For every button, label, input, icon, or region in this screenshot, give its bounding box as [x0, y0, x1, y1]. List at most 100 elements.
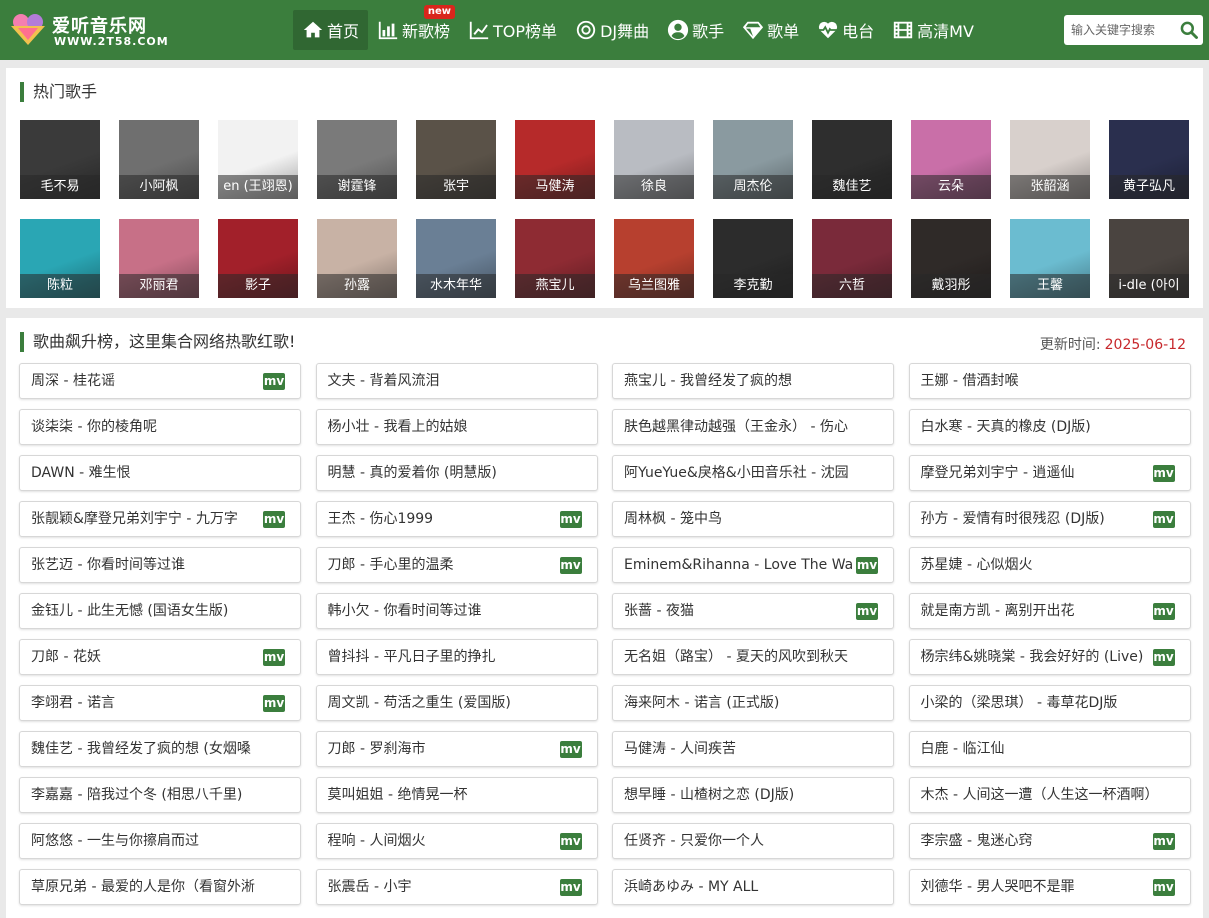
search-icon[interactable] [1179, 20, 1199, 40]
song-item[interactable]: 周文凯 - 苟活之重生 (爱国版) [315, 685, 598, 721]
song-item[interactable]: 马健涛 - 人间疾苦 [612, 731, 894, 767]
singer-tile[interactable]: i-dle (아이 [1109, 219, 1189, 298]
song-item[interactable]: 杨小壮 - 我看上的姑娘 [315, 409, 598, 445]
song-item[interactable]: 曾抖抖 - 平凡日子里的挣扎 [315, 639, 598, 675]
mv-badge[interactable]: mv [1152, 511, 1175, 528]
nav-top-chart[interactable]: TOP榜单 [459, 10, 566, 50]
singer-tile[interactable]: 乌兰图雅 [614, 219, 694, 298]
song-item[interactable]: 李翊君 - 诺言 mv [19, 685, 301, 721]
song-item[interactable]: 任贤齐 - 只爱你一个人 [612, 823, 894, 859]
song-item[interactable]: 周林枫 - 笼中鸟 [612, 501, 894, 537]
singer-tile[interactable]: 李克勤 [713, 219, 793, 298]
singer-tile[interactable]: 周杰伦 [713, 120, 793, 199]
song-item[interactable]: 张靓颖&摩登兄弟刘宇宁 - 九万字 mv [19, 501, 301, 537]
song-item[interactable]: 文夫 - 背着风流泪 [315, 363, 598, 399]
song-item[interactable]: 李嘉嘉 - 陪我过个冬 (相思八千里) [19, 777, 301, 813]
singer-tile[interactable]: 小阿枫 [119, 120, 199, 199]
song-item[interactable]: 周深 - 桂花谣 mv [19, 363, 301, 399]
nav-dj[interactable]: DJ舞曲 [566, 10, 658, 50]
nav-mv[interactable]: 高清MV [883, 10, 983, 50]
song-item[interactable]: 刀郎 - 罗刹海市 mv [315, 731, 598, 767]
song-item[interactable]: 魏佳艺 - 我曾经发了疯的想 (女烟嗓 [19, 731, 301, 767]
singer-tile[interactable]: 马健涛 [515, 120, 595, 199]
singer-tile[interactable]: 六哲 [812, 219, 892, 298]
singer-tile[interactable]: 张韶涵 [1010, 120, 1090, 199]
singer-tile[interactable]: 邓丽君 [119, 219, 199, 298]
singer-tile[interactable]: 云朵 [911, 120, 991, 199]
mv-badge[interactable]: mv [263, 649, 285, 666]
mv-badge[interactable]: mv [1152, 833, 1175, 850]
song-item[interactable]: 草原兄弟 - 最爱的人是你（看窗外淅 [19, 869, 301, 905]
song-item[interactable]: 莫叫姐姐 - 绝情晃一杯 [315, 777, 598, 813]
mv-badge[interactable]: mv [263, 373, 285, 390]
song-item[interactable]: 就是南方凯 - 离别开出花 mv [908, 593, 1191, 629]
site-logo[interactable]: 爱听音乐网 WWW.2T58.COM [8, 10, 168, 50]
singer-tile[interactable]: 张宇 [416, 120, 496, 199]
singer-tile[interactable]: 王馨 [1010, 219, 1090, 298]
song-item[interactable]: 明慧 - 真的爱着你 (明慧版) [315, 455, 598, 491]
mv-badge[interactable]: mv [559, 879, 582, 896]
song-item[interactable]: 王娜 - 借酒封喉 [908, 363, 1191, 399]
mv-badge[interactable]: mv [1152, 879, 1175, 896]
song-item[interactable]: 杨宗纬&姚晓棠 - 我会好好的 (Live) mv [908, 639, 1191, 675]
mv-badge[interactable]: mv [1152, 465, 1175, 482]
singer-tile[interactable]: 燕宝儿 [515, 219, 595, 298]
song-item[interactable]: 白鹿 - 临江仙 [908, 731, 1191, 767]
singer-tile[interactable]: 戴羽彤 [911, 219, 991, 298]
search-input[interactable] [1064, 15, 1176, 45]
song-item[interactable]: 阿悠悠 - 一生与你擦肩而过 [19, 823, 301, 859]
mv-badge[interactable]: mv [559, 833, 582, 850]
singer-tile[interactable]: 魏佳艺 [812, 120, 892, 199]
song-item[interactable]: 想早睡 - 山楂树之恋 (DJ版) [612, 777, 894, 813]
song-item[interactable]: 刀郎 - 手心里的温柔 mv [315, 547, 598, 583]
mv-badge[interactable]: mv [856, 603, 878, 620]
singer-tile[interactable]: 黄子弘凡 [1109, 120, 1189, 199]
song-item[interactable]: 肤色越黑律动越强（王金永） - 伤心 [612, 409, 894, 445]
nav-radio[interactable]: 电台 [808, 10, 883, 50]
nav-new-songs[interactable]: 新歌榜 new [368, 5, 459, 50]
song-item[interactable]: 张艺迈 - 你看时间等过谁 [19, 547, 301, 583]
song-item[interactable]: 刘德华 - 男人哭吧不是罪 mv [908, 869, 1191, 905]
song-item[interactable]: 韩小欠 - 你看时间等过谁 [315, 593, 598, 629]
mv-badge[interactable]: mv [856, 557, 878, 574]
song-item[interactable]: 海来阿木 - 诺言 (正式版) [612, 685, 894, 721]
mv-badge[interactable]: mv [1152, 649, 1175, 666]
singer-tile[interactable]: 毛不易 [20, 120, 100, 199]
song-item[interactable]: 王杰 - 伤心1999 mv [315, 501, 598, 537]
song-item[interactable]: DAWN - 难生恨 [19, 455, 301, 491]
singer-tile[interactable]: en (王翊恩) [218, 120, 298, 199]
song-item[interactable]: 程响 - 人间烟火 mv [315, 823, 598, 859]
song-item[interactable]: 无名姐（路宝） - 夏天的风吹到秋天 [612, 639, 894, 675]
song-item[interactable]: 小梁的（梁思琪） - 毒草花DJ版 [908, 685, 1191, 721]
song-item[interactable]: 浜崎あゆみ - MY ALL [612, 869, 894, 905]
song-item[interactable]: 谈柒柒 - 你的棱角呢 [19, 409, 301, 445]
singer-tile[interactable]: 影子 [218, 219, 298, 298]
mv-badge[interactable]: mv [559, 557, 582, 574]
singer-tile[interactable]: 陈粒 [20, 219, 100, 298]
singer-tile[interactable]: 孙露 [317, 219, 397, 298]
song-item[interactable]: 李宗盛 - 鬼迷心窍 mv [908, 823, 1191, 859]
nav-home[interactable]: 首页 [293, 10, 369, 50]
song-item[interactable]: 金钰儿 - 此生无憾 (国语女生版) [19, 593, 301, 629]
song-item[interactable]: 张震岳 - 小宇 mv [315, 869, 598, 905]
song-item[interactable]: 苏星婕 - 心似烟火 [908, 547, 1191, 583]
nav-playlists[interactable]: 歌单 [733, 10, 808, 50]
mv-badge[interactable]: mv [263, 695, 285, 712]
song-item[interactable]: 摩登兄弟刘宇宁 - 逍遥仙 mv [908, 455, 1191, 491]
song-item[interactable]: 白水寒 - 天真的橡皮 (DJ版) [908, 409, 1191, 445]
singer-tile[interactable]: 水木年华 [416, 219, 496, 298]
song-item[interactable]: 张蔷 - 夜猫 mv [612, 593, 894, 629]
mv-badge[interactable]: mv [559, 511, 582, 528]
song-item[interactable]: 阿YueYue&戾格&小田音乐社 - 沈园 [612, 455, 894, 491]
mv-badge[interactable]: mv [1152, 603, 1175, 620]
song-item[interactable]: 刀郎 - 花妖 mv [19, 639, 301, 675]
singer-tile[interactable]: 徐良 [614, 120, 694, 199]
song-item[interactable]: 木杰 - 人间这一遭（人生这一杯酒啊） [908, 777, 1191, 813]
song-item[interactable]: 燕宝儿 - 我曾经发了疯的想 [612, 363, 894, 399]
nav-singers[interactable]: 歌手 [658, 10, 733, 50]
mv-badge[interactable]: mv [263, 511, 285, 528]
singer-tile[interactable]: 谢霆锋 [317, 120, 397, 199]
song-item[interactable]: 孙方 - 爱情有时很残忍 (DJ版) mv [908, 501, 1191, 537]
song-item[interactable]: Eminem&Rihanna - Love The Way mv [612, 547, 894, 583]
mv-badge[interactable]: mv [559, 741, 582, 758]
